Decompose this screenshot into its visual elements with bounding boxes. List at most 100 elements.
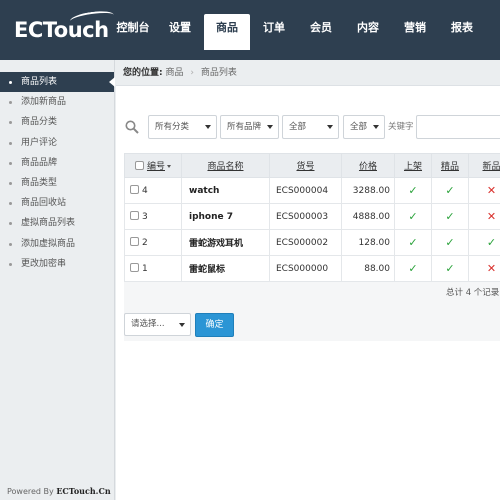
row-name[interactable]: 雷蛇鼠标	[181, 255, 270, 282]
keyword-input[interactable]	[416, 115, 500, 139]
sidebar-item-change-key[interactable]: 更改加密串	[0, 254, 114, 274]
sidebar-item-label: 添加新商品	[21, 97, 67, 108]
row-new-toggle[interactable]: ✕	[468, 177, 500, 204]
row-id: 1	[142, 264, 148, 274]
bullet-icon	[9, 81, 12, 84]
nav-reports[interactable]: 报表	[439, 14, 485, 42]
row-name[interactable]: 雷蛇游戏耳机	[181, 229, 270, 256]
row-id-cell: 3	[124, 203, 182, 230]
row-price[interactable]: 88.00	[341, 255, 395, 282]
col-onsale-header[interactable]: 上架	[394, 153, 432, 178]
row-price[interactable]: 3288.00	[341, 177, 395, 204]
sidebar-item-add-goods[interactable]: 添加新商品	[0, 92, 114, 112]
status-select[interactable]: 全部	[282, 115, 339, 139]
row-id-cell: 4	[124, 177, 182, 204]
chevron-down-icon	[327, 125, 333, 129]
check-icon: ✓	[408, 262, 418, 275]
row-onsale-toggle[interactable]: ✓	[394, 203, 432, 230]
cross-icon: ✕	[486, 210, 497, 223]
breadcrumb-item-goods[interactable]: 商品	[165, 68, 183, 78]
check-icon: ✓	[408, 236, 418, 249]
nav-members[interactable]: 会员	[298, 14, 344, 42]
row-name[interactable]: watch	[181, 177, 270, 204]
sidebar-item-virtual-list[interactable]: 虚拟商品列表	[0, 213, 114, 233]
sidebar-item-comments[interactable]: 用户评论	[0, 133, 114, 153]
row-checkbox[interactable]	[130, 263, 139, 272]
category-select[interactable]: 所有分类	[148, 115, 217, 139]
chevron-down-icon	[205, 125, 211, 129]
row-best-toggle[interactable]: ✓	[431, 203, 469, 230]
nav-orders[interactable]: 订单	[251, 14, 297, 42]
check-icon: ✓	[486, 236, 497, 249]
col-sn-header[interactable]: 货号	[269, 153, 342, 178]
row-price[interactable]: 128.00	[341, 229, 395, 256]
col-price-label: 价格	[358, 162, 377, 172]
table-row: 4 watch ECS000004 3288.00 ✓ ✓ ✕	[124, 177, 500, 204]
bullet-icon	[9, 262, 12, 266]
row-checkbox[interactable]	[130, 211, 139, 220]
select-all-checkbox[interactable]	[134, 161, 144, 170]
logo[interactable]: ECTouch	[14, 8, 115, 42]
row-sn[interactable]: ECS000004	[269, 177, 342, 204]
chevron-down-icon	[179, 323, 185, 327]
confirm-button[interactable]: 确定	[195, 313, 234, 337]
sidebar-item-add-virtual[interactable]: 添加虚拟商品	[0, 234, 114, 254]
row-name[interactable]: iphone 7	[181, 203, 270, 230]
row-best-toggle[interactable]: ✓	[431, 177, 469, 204]
sidebar-item-label: 添加虚拟商品	[21, 238, 76, 249]
brand-select[interactable]: 所有品牌	[220, 115, 279, 139]
row-id-cell: 1	[124, 255, 182, 282]
row-onsale-toggle[interactable]: ✓	[394, 255, 432, 282]
col-price-header[interactable]: 价格	[341, 153, 395, 178]
row-best-toggle[interactable]: ✓	[431, 229, 469, 256]
col-name-header[interactable]: 商品名称	[181, 153, 270, 178]
batch-action-select[interactable]: 请选择...	[124, 313, 191, 336]
row-new-toggle[interactable]: ✕	[468, 255, 500, 282]
col-best-header[interactable]: 精品	[431, 153, 469, 178]
nav-goods[interactable]: 商品	[204, 14, 250, 50]
powered-brand[interactable]: ECTouch.Cn	[56, 486, 110, 496]
nav-content[interactable]: 内容	[345, 14, 391, 42]
sidebar-item-brands[interactable]: 商品品牌	[0, 153, 114, 173]
sidebar-item-label: 商品品牌	[21, 157, 58, 168]
row-onsale-toggle[interactable]: ✓	[394, 229, 432, 256]
intro-type-select-value: 全部	[350, 122, 368, 132]
nav-dashboard[interactable]: 控制台	[110, 14, 156, 42]
intro-type-select[interactable]: 全部	[343, 115, 385, 139]
row-id: 3	[142, 212, 148, 222]
sidebar: 商品列表 添加新商品 商品分类 用户评论 商品品牌 商品类型 商品回收站 虚拟商…	[0, 60, 115, 500]
main-content: 您的位置: 商品 › 商品列表 所有分类 所有品牌 全部 全部 关键字 编号 商…	[116, 60, 500, 500]
row-new-toggle[interactable]: ✕	[468, 203, 500, 230]
table-header-row: 编号 商品名称 货号 价格 上架 精品 新品	[124, 153, 500, 178]
row-price[interactable]: 4888.00	[341, 203, 395, 230]
powered-by: Powered By ECTouch.Cn	[7, 486, 111, 496]
row-sn[interactable]: ECS000002	[269, 229, 342, 256]
sidebar-item-label: 用户评论	[21, 137, 58, 148]
row-onsale-toggle[interactable]: ✓	[394, 177, 432, 204]
col-id-header[interactable]: 编号	[124, 153, 182, 178]
bullet-icon	[9, 141, 12, 145]
row-best-toggle[interactable]: ✓	[431, 255, 469, 282]
sidebar-item-categories[interactable]: 商品分类	[0, 112, 114, 132]
sidebar-item-types[interactable]: 商品类型	[0, 173, 114, 193]
sidebar-item-goods-list[interactable]: 商品列表	[0, 72, 115, 93]
col-best-label: 精品	[440, 162, 459, 172]
row-new-toggle[interactable]: ✓	[468, 229, 500, 256]
breadcrumb-item-list: 商品列表	[200, 68, 237, 78]
sidebar-item-trash[interactable]: 商品回收站	[0, 193, 114, 213]
row-id: 4	[142, 186, 148, 196]
nav-marketing[interactable]: 营销	[392, 14, 438, 42]
sort-desc-icon	[167, 165, 171, 168]
row-sn[interactable]: ECS000000	[269, 255, 342, 282]
goods-table: 编号 商品名称 货号 价格 上架 精品 新品 4 watch ECS000004…	[124, 153, 500, 282]
row-checkbox[interactable]	[130, 185, 139, 194]
row-sn[interactable]: ECS000003	[269, 203, 342, 230]
breadcrumb-lead: 您的位置:	[123, 68, 163, 78]
col-new-header[interactable]: 新品	[468, 153, 500, 178]
table-row: 1 雷蛇鼠标 ECS000000 88.00 ✓ ✓ ✕	[124, 255, 500, 282]
check-icon: ✓	[408, 210, 418, 223]
nav-settings[interactable]: 设置	[157, 14, 203, 42]
row-checkbox[interactable]	[130, 237, 139, 246]
check-icon: ✓	[445, 236, 455, 249]
status-select-value: 全部	[289, 122, 307, 132]
